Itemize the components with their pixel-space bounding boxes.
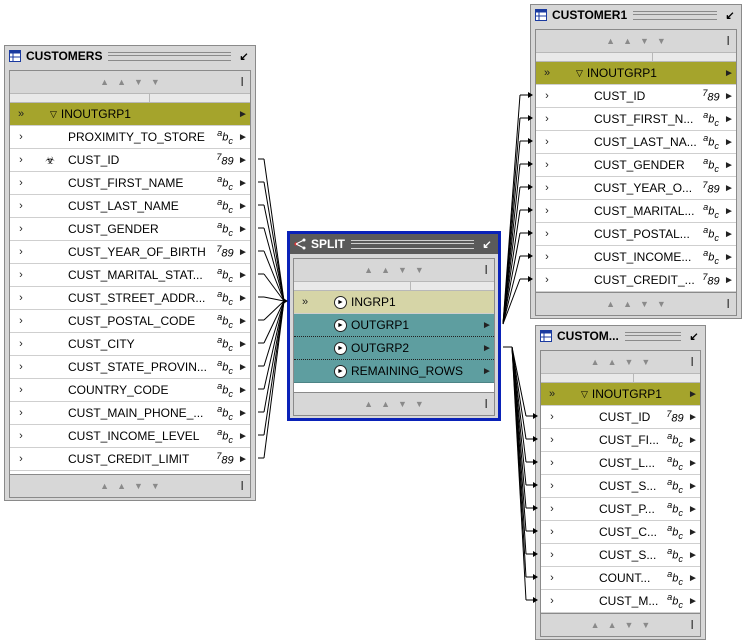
arrowhead [533,413,538,419]
arrowhead [533,505,538,511]
arrowhead [528,138,533,144]
arrowhead [528,253,533,259]
arrowhead [533,551,538,557]
arrowhead [528,92,533,98]
arrowhead [533,597,538,603]
connection-lines [258,92,538,603]
arrowhead [533,459,538,465]
connection-line [263,300,285,459]
connection-line [263,158,285,302]
connection-line [511,346,527,601]
arrowhead [528,276,533,282]
arrowhead [528,207,533,213]
connection-line [263,250,285,302]
arrowhead [283,298,288,304]
connection-line [263,204,285,302]
arrowhead [533,574,538,580]
arrowhead [528,230,533,236]
arrowhead [528,161,533,167]
arrowhead [533,436,538,442]
arrowhead [528,115,533,121]
arrowhead [528,184,533,190]
connection-line [263,181,285,302]
arrowhead [533,528,538,534]
arrowhead [533,482,538,488]
